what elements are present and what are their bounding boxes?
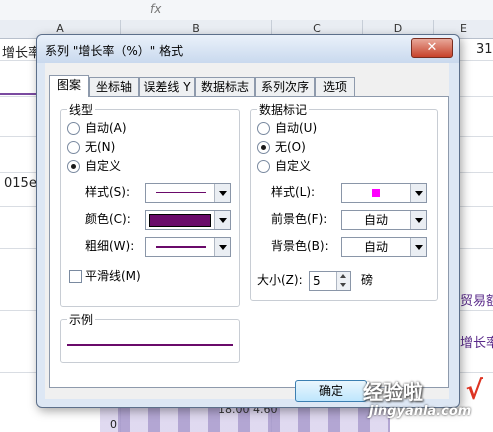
size-unit: 磅 <box>361 273 374 287</box>
line-group-label: 线型 <box>67 101 96 118</box>
dialog-titlebar[interactable]: 系列 "增长率（%）" 格式 ✕ <box>37 35 459 63</box>
chevron-down-icon[interactable] <box>410 184 426 202</box>
sample-group: 示例 <box>60 311 240 363</box>
watermark-text: 经验啦 <box>363 380 423 404</box>
sample-group-label: 示例 <box>67 311 96 328</box>
size-label: 大小(Z): <box>257 273 303 287</box>
background-combo[interactable]: 自动 <box>341 237 427 257</box>
chart-legend-trade: 贸易额 <box>460 294 493 309</box>
tab-patterns[interactable]: 图案 <box>49 75 89 97</box>
watermark-url: jingyanla.com <box>369 404 472 419</box>
marker-style-label: 样式(L): <box>271 185 316 199</box>
marker-none-radio[interactable]: 无(O) <box>257 139 306 155</box>
chevron-down-icon[interactable] <box>214 184 230 202</box>
fx-icon: fx <box>150 2 162 16</box>
foreground-combo[interactable]: 自动 <box>341 210 427 230</box>
tab-data-labels[interactable]: 数据标志 <box>195 77 255 96</box>
chart-legend-growth: 增长率 <box>460 336 493 351</box>
marker-style-combo[interactable] <box>341 183 427 203</box>
line-weight-label: 粗细(W): <box>85 239 135 253</box>
close-icon: ✕ <box>426 40 438 55</box>
line-none-radio[interactable]: 无(N) <box>67 139 115 155</box>
marker-group-label: 数据标记 <box>257 101 310 118</box>
line-style-label: 样式(S): <box>85 185 131 199</box>
check-icon: √ <box>465 376 483 406</box>
patterns-panel: 线型 自动(A) 无(N) 自定义 样式(S): 颜色(C): 粗细(W): 平… <box>49 96 449 388</box>
line-weight-combo[interactable] <box>145 237 231 257</box>
line-group: 线型 自动(A) 无(N) 自定义 样式(S): 颜色(C): 粗细(W): 平… <box>60 101 240 307</box>
chevron-down-icon[interactable] <box>214 238 230 256</box>
close-button[interactable]: ✕ <box>411 38 453 58</box>
chevron-down-icon[interactable] <box>410 238 426 256</box>
line-auto-radio[interactable]: 自动(A) <box>67 120 127 136</box>
line-color-combo[interactable] <box>145 210 231 230</box>
watermark: 经验啦 √ jingyanla.com <box>363 376 483 426</box>
tab-series-order[interactable]: 系列次序 <box>255 77 315 96</box>
chevron-down-icon[interactable] <box>214 211 230 229</box>
dialog-title: 系列 "增长率（%）" 格式 <box>45 44 184 58</box>
size-spinner[interactable]: 5 <box>309 271 351 291</box>
format-series-dialog: 系列 "增长率（%）" 格式 ✕ 图案 坐标轴 误差线 Y 数据标志 系列次序 … <box>36 34 460 408</box>
marker-custom-radio[interactable]: 自定义 <box>257 158 311 174</box>
foreground-label: 前景色(F): <box>271 212 328 226</box>
chart-axis-zero: 0 <box>110 418 117 431</box>
line-color-label: 颜色(C): <box>85 212 131 226</box>
spin-up-icon[interactable] <box>340 274 346 278</box>
cell-text-31: 31 <box>476 42 493 57</box>
spin-down-icon[interactable] <box>340 283 346 287</box>
line-custom-radio[interactable]: 自定义 <box>67 158 121 174</box>
smooth-line-checkbox[interactable]: 平滑线(M) <box>69 268 141 284</box>
sample-line-preview <box>67 344 233 346</box>
background-label: 背景色(B): <box>271 239 329 253</box>
cell-text-015e: 015e <box>4 176 37 191</box>
chart-line-fragment <box>0 93 36 95</box>
tab-axis[interactable]: 坐标轴 <box>89 77 139 96</box>
ok-button[interactable]: 确定 <box>295 380 367 402</box>
tab-options[interactable]: 选项 <box>315 77 355 96</box>
marker-auto-radio[interactable]: 自动(U) <box>257 120 317 136</box>
formula-bar: fx <box>0 0 493 21</box>
tab-error-bars[interactable]: 误差线 Y <box>139 77 195 96</box>
line-style-combo[interactable] <box>145 183 231 203</box>
chevron-down-icon[interactable] <box>410 211 426 229</box>
marker-group: 数据标记 自动(U) 无(O) 自定义 样式(L): 前景色(F): 自动 背景… <box>250 101 438 301</box>
